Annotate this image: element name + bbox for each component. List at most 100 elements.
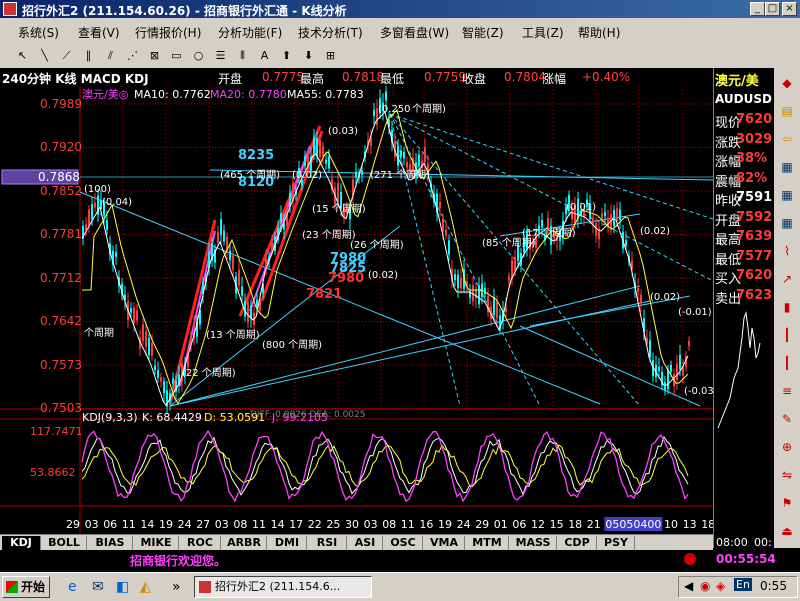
ray-tool-icon[interactable]: ⟋ [58, 47, 75, 64]
exit-icon[interactable]: ⏏ [778, 522, 796, 540]
quote-value: 7591 [736, 190, 773, 205]
tab-boll[interactable]: BOLL [42, 536, 87, 550]
tab-kdj[interactable]: KDJ [2, 536, 41, 550]
menu-analysis[interactable]: 分析功能(F) [218, 24, 282, 41]
close-value: 0.7804 [504, 70, 546, 84]
menu-tools[interactable]: 工具(Z) [522, 24, 564, 41]
line-chart-icon[interactable]: ⌇ [778, 242, 796, 260]
kline-icon[interactable]: ┃ [778, 326, 796, 344]
maximize-button[interactable]: □ [765, 2, 780, 16]
annotation-17: (17 个周期) [522, 227, 576, 239]
media-icon[interactable]: ◧ [116, 579, 129, 595]
up-arrow-tool-icon[interactable]: ⬆ [278, 47, 295, 64]
menu-quotes[interactable]: 行情报价(H) [135, 24, 201, 41]
circle-tool-icon[interactable]: ○ [190, 47, 207, 64]
desktop-icon[interactable]: ◭ [140, 579, 151, 595]
zoom-icon[interactable]: ⊕ [778, 438, 796, 456]
menu-technical[interactable]: 技术分析(T) [298, 24, 363, 41]
date-tick: 10 [664, 518, 678, 531]
annotation-002d: (0.02) [650, 292, 680, 303]
task-button[interactable]: 招行外汇2 (211.154.6... [194, 576, 372, 598]
text-tool-icon[interactable]: A [256, 47, 273, 64]
kline-chart[interactable]: 0.7989 0.7920 0.7852 0.7781 0.7712 0.764… [0, 86, 713, 534]
back-icon[interactable]: ⇦ [778, 130, 796, 148]
task-label: 招行外汇2 (211.154.6... [215, 580, 341, 593]
down-arrow-tool-icon[interactable]: ⬇ [300, 47, 317, 64]
fib-tool-icon[interactable]: ☰ [212, 47, 229, 64]
price-tick: 0.7781 [40, 227, 82, 241]
window-title: 招行外汇2 (211.154.60.26) - 招商银行外汇通 - K线分析 [22, 4, 347, 18]
tab-mtm[interactable]: MTM [466, 536, 509, 550]
tab-mass[interactable]: MASS [510, 536, 557, 550]
tab-psy[interactable]: PSY [598, 536, 635, 550]
quote-symbol: 澳元/美 [715, 74, 759, 89]
tray-shield-icon[interactable]: ◈ [716, 579, 725, 593]
date-tick: 21 [587, 518, 601, 531]
line-tool-icon[interactable]: ╲ [36, 47, 53, 64]
price-tick: 0.7989 [40, 97, 82, 111]
date-tick: 24 [457, 518, 471, 531]
high-value: 0.7818 [342, 70, 384, 84]
alert-icon[interactable]: ⚑ [778, 494, 796, 512]
quote-value: 7592 [736, 209, 773, 225]
current-price-label: 0.7868 [38, 170, 80, 184]
delete-tool-icon[interactable]: ⊞ [322, 47, 339, 64]
close-label: 收盘 [462, 72, 487, 86]
tab-vma[interactable]: VMA [424, 536, 465, 550]
annotation-100: (100) [84, 184, 111, 195]
app-icon [3, 2, 17, 16]
menu-system[interactable]: 系统(S) [18, 24, 59, 41]
date-tick: 03 [215, 518, 229, 531]
menu-smart[interactable]: 智能(Z) [462, 24, 504, 41]
outlook-icon[interactable]: ✉ [92, 579, 104, 595]
info-icon[interactable]: ◆ [778, 74, 796, 92]
macd-values: DIFF: 0.0026 DEA: 0.0025 [250, 410, 365, 420]
date-tick: 29 [475, 518, 489, 531]
tab-mike[interactable]: MIKE [134, 536, 179, 550]
trend-icon[interactable]: ↗ [778, 270, 796, 288]
minimize-button[interactable]: _ [750, 2, 765, 16]
tab-roc[interactable]: ROC [180, 536, 221, 550]
table-icon[interactable]: ▦ [778, 214, 796, 232]
cursor-icon[interactable]: ↖ [14, 47, 31, 64]
menu-multiwindow[interactable]: 多窗看盘(W) [380, 24, 449, 41]
tab-osc[interactable]: OSC [384, 536, 423, 550]
fan-tool-icon[interactable]: ⋰ [124, 47, 141, 64]
bar-chart-icon[interactable]: ▮ [778, 298, 796, 316]
list-icon[interactable]: ▦ [778, 158, 796, 176]
tray-speaker-icon[interactable]: ◀ [684, 579, 693, 593]
menu-view[interactable]: 查看(V) [78, 24, 120, 41]
tab-cdp[interactable]: CDP [558, 536, 597, 550]
date-tick: 27 [196, 518, 210, 531]
tray-app-icon[interactable]: ◉ [700, 579, 710, 593]
quicklaunch-arrow-icon[interactable]: » [172, 579, 181, 595]
start-label: 开始 [21, 580, 46, 594]
tab-asi[interactable]: ASI [348, 536, 383, 550]
parallel-tool-icon[interactable]: ∥ [80, 47, 97, 64]
draw-icon[interactable]: ✎ [778, 410, 796, 428]
menu-help[interactable]: 帮助(H) [578, 24, 620, 41]
channel-tool-icon[interactable]: ⫽ [102, 47, 119, 64]
tab-dmi[interactable]: DMI [268, 536, 307, 550]
annotation-23: (23 个周期) [302, 229, 356, 241]
tab-bias[interactable]: BIAS [88, 536, 133, 550]
compare-icon[interactable]: ⇋ [778, 466, 796, 484]
date-tick: 03 [85, 518, 99, 531]
rect-tool-icon[interactable]: ▭ [168, 47, 185, 64]
quote-value: 7577 [736, 248, 773, 264]
tab-arbr[interactable]: ARBR [222, 536, 267, 550]
date-tick: 15 [550, 518, 564, 531]
annotation-002b: (0.02) [368, 270, 398, 281]
tab-rsi[interactable]: RSI [308, 536, 347, 550]
ruler-icon[interactable]: ≡ [778, 382, 796, 400]
folder-icon[interactable]: ▤ [778, 102, 796, 120]
ie-icon[interactable]: e [68, 579, 77, 595]
quote-value: 82% [736, 170, 768, 186]
tray-lang[interactable]: En [734, 578, 752, 591]
candle-icon[interactable]: ┃ [778, 354, 796, 372]
close-button[interactable]: × [782, 2, 797, 16]
grid-icon[interactable]: ▦ [778, 186, 796, 204]
date-tick: 08 [382, 518, 396, 531]
cycle-tool-icon[interactable]: ⦀ [234, 47, 251, 64]
gann-tool-icon[interactable]: ⊠ [146, 47, 163, 64]
